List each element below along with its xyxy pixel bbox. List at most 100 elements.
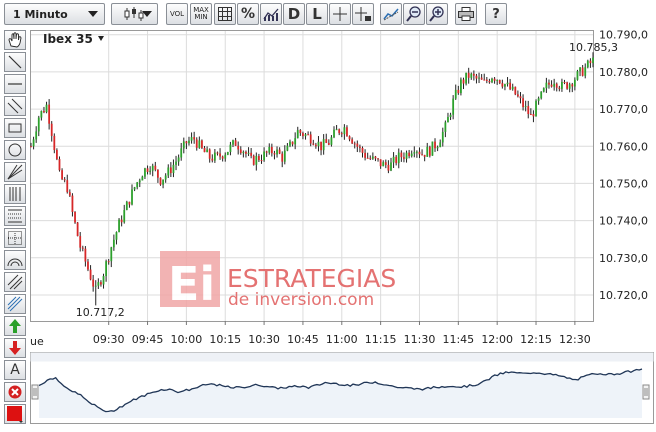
max-min-button[interactable]: MAX MIN bbox=[190, 3, 212, 25]
candle-body bbox=[361, 147, 364, 153]
candle-body bbox=[467, 72, 470, 78]
candle-body bbox=[294, 138, 297, 145]
sell-arrow-tool-button[interactable] bbox=[4, 338, 26, 358]
volume-button[interactable]: VOL bbox=[166, 3, 188, 25]
candle-body bbox=[447, 117, 449, 123]
compare-button[interactable] bbox=[260, 3, 282, 25]
help-button[interactable]: ? bbox=[485, 3, 507, 25]
time-tick-label: 12:15 bbox=[520, 333, 552, 346]
navigator-right-handle[interactable] bbox=[642, 384, 650, 400]
candle-body bbox=[493, 78, 496, 81]
candle-body bbox=[485, 79, 488, 81]
delete-drawings-button[interactable] bbox=[4, 382, 26, 402]
time-axis-day-label: ue bbox=[30, 335, 44, 348]
candle-body bbox=[377, 158, 379, 160]
rectangle-icon bbox=[8, 123, 22, 133]
candle-body bbox=[203, 147, 206, 153]
navigator-left-handle[interactable] bbox=[31, 384, 39, 400]
time-tick-label: 12:00 bbox=[481, 333, 513, 346]
candle-body bbox=[317, 141, 320, 147]
candle-body bbox=[100, 282, 102, 285]
candle-body bbox=[32, 139, 35, 147]
candle-body bbox=[592, 57, 594, 64]
candle-body bbox=[346, 127, 348, 137]
fibonacci-tool-button[interactable] bbox=[4, 184, 26, 204]
candle-body bbox=[136, 182, 139, 188]
candle-body bbox=[325, 139, 328, 143]
buy-arrow-tool-button[interactable] bbox=[4, 316, 26, 336]
time-tick-label: 10:00 bbox=[171, 333, 203, 346]
retracement-tool-button[interactable] bbox=[4, 206, 26, 226]
trend-line-icon bbox=[383, 8, 399, 21]
candle-body bbox=[185, 141, 188, 144]
candle-body bbox=[247, 152, 250, 154]
candle-body bbox=[97, 282, 100, 286]
price-chart[interactable]: Ei ESTRATEGIAS de inversion.com 10.720,0… bbox=[30, 30, 656, 350]
rectangle-tool-button[interactable] bbox=[4, 118, 26, 138]
arc-tool-button[interactable] bbox=[4, 250, 26, 270]
crosshair-label-button[interactable] bbox=[352, 3, 374, 25]
candle-body bbox=[48, 104, 51, 124]
candle-body bbox=[366, 157, 369, 159]
gann-tool-button[interactable] bbox=[4, 294, 26, 314]
candle-body bbox=[289, 141, 291, 146]
grid-tool-button[interactable] bbox=[4, 228, 26, 248]
color-picker-button[interactable] bbox=[4, 404, 26, 424]
candle-body bbox=[359, 146, 361, 148]
candle-body bbox=[193, 137, 196, 140]
candle-body bbox=[353, 143, 356, 145]
crosshair-value-icon bbox=[355, 7, 371, 21]
interval-select[interactable]: 1 Minuto bbox=[4, 3, 105, 25]
candle-body bbox=[327, 142, 330, 145]
grid-button[interactable] bbox=[214, 3, 236, 25]
percent-button[interactable]: % bbox=[237, 3, 259, 25]
candle-body bbox=[535, 100, 537, 117]
pan-tool-button[interactable] bbox=[4, 30, 26, 50]
zoom-in-button[interactable] bbox=[426, 3, 448, 25]
candle-body bbox=[312, 143, 315, 145]
drawing-tools-panel: A bbox=[4, 30, 26, 428]
candle-body bbox=[434, 141, 436, 149]
candle-body bbox=[392, 156, 395, 163]
navigator-chart[interactable] bbox=[30, 352, 656, 424]
candle-body bbox=[265, 151, 268, 153]
daily-button[interactable]: D bbox=[283, 3, 305, 25]
zoom-out-button[interactable] bbox=[403, 3, 425, 25]
ellipse-tool-button[interactable] bbox=[4, 140, 26, 160]
candle-body bbox=[141, 176, 144, 181]
line-tool-button[interactable] bbox=[4, 52, 26, 72]
time-tick-label: 11:45 bbox=[442, 333, 474, 346]
candle-body bbox=[94, 285, 97, 287]
log-scale-button[interactable]: L bbox=[306, 3, 328, 25]
text-tool-button[interactable]: A bbox=[4, 360, 26, 380]
candle-body bbox=[413, 152, 416, 154]
fan-tool-button[interactable] bbox=[4, 162, 26, 182]
horizontal-line-icon bbox=[8, 83, 22, 85]
chart-toolbar: 1 Minuto VOL MAX MIN % D L ? bbox=[0, 0, 656, 30]
daily-label: D bbox=[287, 5, 301, 23]
trend-indicator-button[interactable] bbox=[380, 3, 402, 25]
channel-tool-button[interactable] bbox=[4, 96, 26, 116]
candle-body bbox=[478, 77, 480, 79]
volume-label: VOL bbox=[169, 9, 185, 18]
candle-body bbox=[314, 144, 317, 147]
time-axis: 09:30 09:45 10:00 10:15 10:30 10:45 11:00 11:15… bbox=[93, 333, 591, 346]
fibonacci-icon bbox=[9, 187, 21, 201]
candle-body bbox=[208, 149, 211, 159]
compare-chart-icon bbox=[263, 8, 279, 21]
candle-body bbox=[563, 81, 566, 83]
arrow-up-icon bbox=[9, 319, 21, 333]
candle-body bbox=[496, 79, 499, 81]
help-icon: ? bbox=[492, 6, 500, 22]
multi-line-tool-button[interactable] bbox=[4, 272, 26, 292]
chart-type-select[interactable] bbox=[111, 3, 158, 25]
candle-body bbox=[545, 82, 548, 89]
candle-body bbox=[421, 154, 423, 156]
horizontal-line-tool-button[interactable] bbox=[4, 74, 26, 94]
print-button[interactable] bbox=[455, 3, 477, 25]
candle-body bbox=[589, 60, 592, 64]
candle-body bbox=[157, 169, 159, 178]
price-tick-label: 10.750,0 bbox=[599, 177, 648, 190]
candle-body bbox=[55, 149, 58, 160]
crosshair-button[interactable] bbox=[329, 3, 351, 25]
